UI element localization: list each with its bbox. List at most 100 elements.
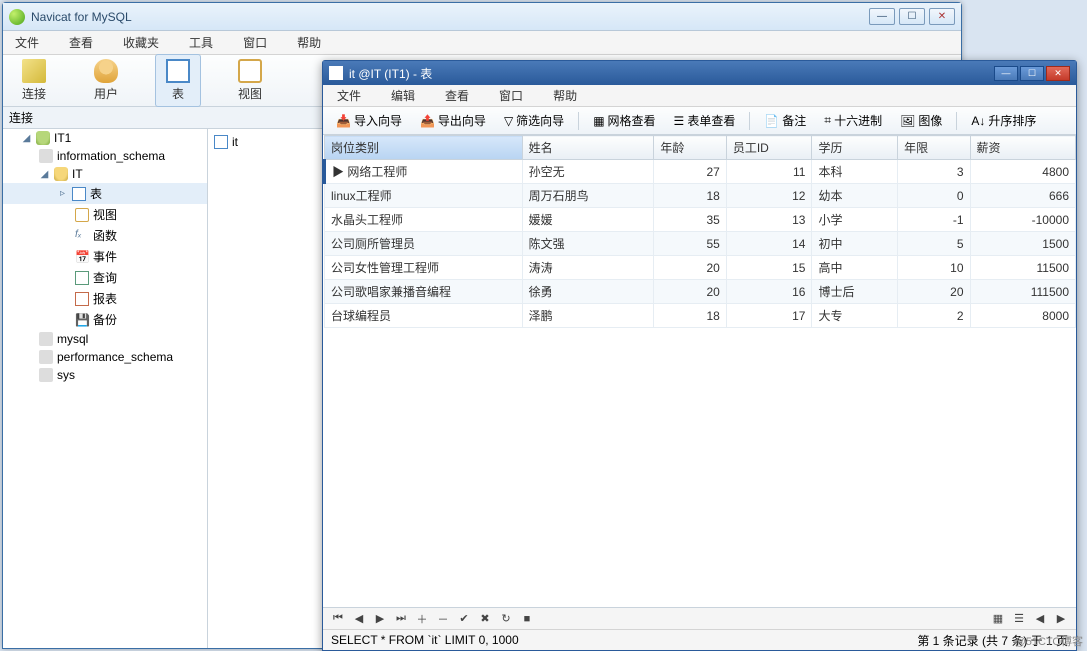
- cell-job[interactable]: 水晶头工程师: [325, 208, 523, 232]
- inner-menu-view[interactable]: 查看: [441, 85, 473, 106]
- toolbar-table[interactable]: 表: [155, 54, 201, 107]
- nav-add-button[interactable]: ＋: [413, 611, 431, 627]
- tree-schema-it[interactable]: ◢ IT: [3, 165, 207, 183]
- col-age[interactable]: 年龄: [654, 136, 726, 160]
- cell-empid[interactable]: 11: [726, 160, 812, 184]
- table-row[interactable]: ▶ 网络工程师孙空无2711本科34800: [325, 160, 1076, 184]
- data-grid[interactable]: 岗位类别 姓名 年龄 员工ID 学历 年限 薪资 ▶ 网络工程师孙空无2711本…: [323, 135, 1076, 608]
- nav-first-button[interactable]: ⏮: [329, 611, 347, 627]
- table-row[interactable]: 水晶头工程师媛媛3513小学-1-10000: [325, 208, 1076, 232]
- maximize-button[interactable]: ☐: [899, 8, 925, 25]
- cell-years[interactable]: 0: [898, 184, 970, 208]
- main-titlebar[interactable]: Navicat for MySQL — ☐ ✕: [3, 3, 961, 31]
- cell-years[interactable]: 5: [898, 232, 970, 256]
- tree-events[interactable]: 📅 事件: [3, 246, 207, 267]
- inner-menu-file[interactable]: 文件: [333, 85, 365, 106]
- cell-empid[interactable]: 13: [726, 208, 812, 232]
- cell-salary[interactable]: -10000: [970, 208, 1075, 232]
- cell-name[interactable]: 徐勇: [522, 280, 654, 304]
- table-row[interactable]: 公司厕所管理员陈文强5514初中51500: [325, 232, 1076, 256]
- table-row[interactable]: 公司女性管理工程师涛涛2015高中1011500: [325, 256, 1076, 280]
- form-view-button[interactable]: ☰表单查看: [667, 109, 743, 132]
- cell-name[interactable]: 陈文强: [522, 232, 654, 256]
- tree-functions[interactable]: fₓ 函数: [3, 225, 207, 246]
- cell-edu[interactable]: 本科: [812, 160, 898, 184]
- inner-minimize-button[interactable]: —: [994, 66, 1018, 81]
- cell-name[interactable]: 泽鹏: [522, 304, 654, 328]
- cell-empid[interactable]: 12: [726, 184, 812, 208]
- collapse-icon[interactable]: ◢: [39, 169, 50, 180]
- cell-salary[interactable]: 111500: [970, 280, 1075, 304]
- nav-delete-button[interactable]: －: [434, 611, 452, 627]
- inner-menu-edit[interactable]: 编辑: [387, 85, 419, 106]
- table-row[interactable]: 台球编程员泽鹏1817大专28000: [325, 304, 1076, 328]
- tree-schema-perf[interactable]: performance_schema: [3, 348, 207, 366]
- cell-empid[interactable]: 16: [726, 280, 812, 304]
- nav-prev-button[interactable]: ◀: [350, 611, 368, 627]
- cell-job[interactable]: 台球编程员: [325, 304, 523, 328]
- tree-schema-information[interactable]: information_schema: [3, 147, 207, 165]
- nav-cancel-button[interactable]: ✖: [476, 611, 494, 627]
- cell-empid[interactable]: 15: [726, 256, 812, 280]
- tree-backup[interactable]: 💾 备份: [3, 309, 207, 330]
- inner-titlebar[interactable]: it @IT (IT1) - 表 — ☐ ✕: [323, 61, 1076, 85]
- cell-name[interactable]: 涛涛: [522, 256, 654, 280]
- menu-favorites[interactable]: 收藏夹: [119, 32, 163, 53]
- nav-prev-page-button[interactable]: ◀: [1031, 611, 1049, 627]
- toolbar-connect[interactable]: 连接: [11, 54, 57, 107]
- cell-salary[interactable]: 1500: [970, 232, 1075, 256]
- minimize-button[interactable]: —: [869, 8, 895, 25]
- inner-maximize-button[interactable]: ☐: [1020, 66, 1044, 81]
- tree-queries[interactable]: 查询: [3, 267, 207, 288]
- cell-name[interactable]: 周万石朋鸟: [522, 184, 654, 208]
- tree-schema-sys[interactable]: sys: [3, 366, 207, 384]
- nav-refresh-button[interactable]: ↻: [497, 611, 515, 627]
- menu-tools[interactable]: 工具: [185, 32, 217, 53]
- col-edu[interactable]: 学历: [812, 136, 898, 160]
- menu-help[interactable]: 帮助: [293, 32, 325, 53]
- cell-edu[interactable]: 高中: [812, 256, 898, 280]
- collapse-icon[interactable]: ◢: [21, 133, 32, 144]
- menu-view[interactable]: 查看: [65, 32, 97, 53]
- tree-reports[interactable]: 报表: [3, 288, 207, 309]
- cell-years[interactable]: 10: [898, 256, 970, 280]
- cell-job[interactable]: ▶ 网络工程师: [325, 160, 523, 184]
- sort-asc-button[interactable]: A↓升序排序: [964, 109, 1043, 132]
- col-name[interactable]: 姓名: [522, 136, 654, 160]
- cell-age[interactable]: 18: [654, 304, 726, 328]
- cell-age[interactable]: 27: [654, 160, 726, 184]
- nav-more-button[interactable]: ▦: [989, 611, 1007, 627]
- close-button[interactable]: ✕: [929, 8, 955, 25]
- cell-empid[interactable]: 14: [726, 232, 812, 256]
- tree-conn-it1[interactable]: ◢ IT1: [3, 129, 207, 147]
- cell-salary[interactable]: 8000: [970, 304, 1075, 328]
- cell-years[interactable]: 2: [898, 304, 970, 328]
- tree-views[interactable]: 视图: [3, 204, 207, 225]
- grid-view-button[interactable]: ▦网格查看: [586, 109, 662, 132]
- cell-salary[interactable]: 4800: [970, 160, 1075, 184]
- connection-tree[interactable]: ◢ IT1 information_schema ◢ IT ▹ 表 视图: [3, 129, 208, 648]
- cell-edu[interactable]: 大专: [812, 304, 898, 328]
- nav-last-button[interactable]: ⏭: [392, 611, 410, 627]
- cell-job[interactable]: linux工程师: [325, 184, 523, 208]
- nav-next-page-button[interactable]: ▶: [1052, 611, 1070, 627]
- tree-tables[interactable]: ▹ 表: [3, 183, 207, 204]
- cell-job[interactable]: 公司歌唱家兼播音编程: [325, 280, 523, 304]
- col-salary[interactable]: 薪资: [970, 136, 1075, 160]
- inner-menu-help[interactable]: 帮助: [549, 85, 581, 106]
- cell-edu[interactable]: 初中: [812, 232, 898, 256]
- cell-age[interactable]: 20: [654, 256, 726, 280]
- nav-page-button[interactable]: ☰: [1010, 611, 1028, 627]
- export-wizard-button[interactable]: 📤导出向导: [413, 109, 493, 132]
- cell-job[interactable]: 公司女性管理工程师: [325, 256, 523, 280]
- cell-age[interactable]: 18: [654, 184, 726, 208]
- cell-empid[interactable]: 17: [726, 304, 812, 328]
- nav-next-button[interactable]: ▶: [371, 611, 389, 627]
- toolbar-user[interactable]: 用户: [83, 54, 129, 107]
- cell-salary[interactable]: 11500: [970, 256, 1075, 280]
- table-row[interactable]: linux工程师周万石朋鸟1812幼本0666: [325, 184, 1076, 208]
- menu-file[interactable]: 文件: [11, 32, 43, 53]
- cell-age[interactable]: 55: [654, 232, 726, 256]
- inner-close-button[interactable]: ✕: [1046, 66, 1070, 81]
- col-empid[interactable]: 员工ID: [726, 136, 812, 160]
